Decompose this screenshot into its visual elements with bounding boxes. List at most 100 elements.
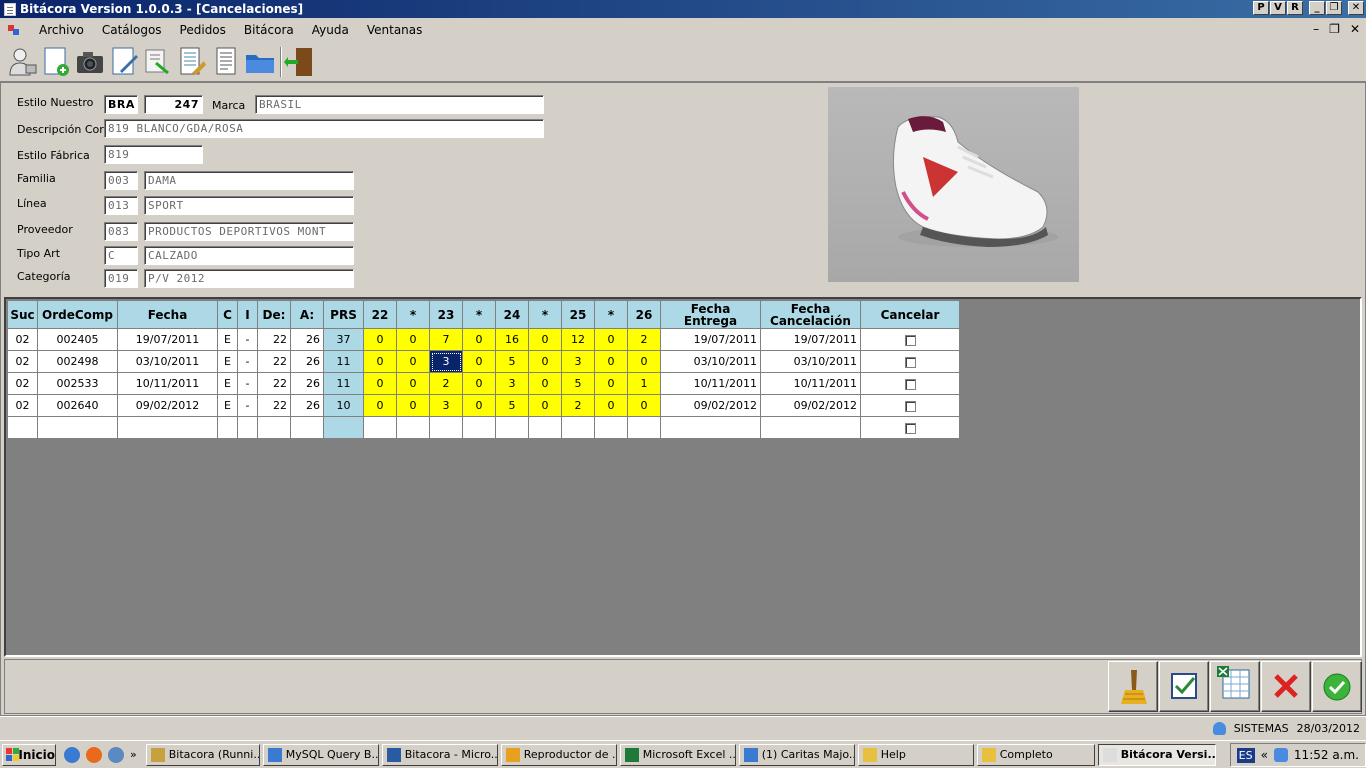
mdi-child-icon[interactable]	[6, 22, 22, 38]
cell-s24[interactable]: 16	[495, 328, 529, 351]
cell-ordecomp[interactable]: 002640	[37, 394, 118, 417]
report-icon[interactable]	[176, 45, 208, 79]
header-i[interactable]: I	[237, 300, 258, 329]
empty-cell[interactable]	[594, 416, 628, 439]
familia-name-field[interactable]: DAMA	[144, 171, 354, 190]
table-row[interactable]: 02 002405 19/07/2011 E -22 26 37 0 0 7 0 16 0 12 0 2 19/…	[7, 328, 960, 351]
language-indicator[interactable]: ES	[1236, 747, 1255, 763]
cell-h23[interactable]: 0	[462, 350, 496, 373]
cell-ordecomp[interactable]: 002405	[37, 328, 118, 351]
cell-de[interactable]: 22	[257, 372, 291, 395]
cell-fecha-entrega[interactable]: 09/02/2012	[660, 394, 761, 417]
cell-h22[interactable]: 0	[396, 394, 430, 417]
new-document-icon[interactable]	[40, 45, 72, 79]
tray-expand-icon[interactable]: «	[1261, 748, 1268, 762]
menu-ventanas[interactable]: Ventanas	[358, 23, 432, 37]
cell-prs[interactable]: 11	[323, 372, 364, 395]
cell-s22[interactable]: 0	[363, 350, 397, 373]
cancelar-checkbox[interactable]	[904, 400, 916, 412]
header-fecha[interactable]: Fecha	[117, 300, 218, 329]
v-button[interactable]: V	[1270, 1, 1286, 15]
cell-h24[interactable]: 0	[528, 350, 562, 373]
close-button[interactable]: ✕	[1348, 1, 1364, 15]
cell-h24[interactable]: 0	[528, 394, 562, 417]
minimize-button[interactable]: _	[1309, 1, 1325, 15]
header-size-23[interactable]: 23	[429, 300, 463, 329]
camera-icon[interactable]	[74, 45, 106, 79]
cell-a[interactable]: 26	[290, 350, 324, 373]
cell-c[interactable]: E	[217, 350, 238, 373]
cell-c[interactable]: E	[217, 328, 238, 351]
cancelar-checkbox[interactable]	[904, 378, 916, 390]
tipo-art-name-field[interactable]: CALZADO	[144, 246, 354, 265]
header-size-25[interactable]: 25	[561, 300, 595, 329]
header-size-22[interactable]: 22	[363, 300, 397, 329]
empty-cell[interactable]	[7, 416, 38, 439]
child-minimize-button[interactable]: –	[1313, 22, 1319, 36]
linea-code-field[interactable]: 013	[104, 196, 138, 215]
cancel-button[interactable]	[1261, 661, 1311, 712]
cell-s24[interactable]: 3	[495, 372, 529, 395]
r-button[interactable]: R	[1287, 1, 1303, 15]
header-size-24[interactable]: 24	[495, 300, 529, 329]
taskbar-item[interactable]: Bitacora (Runni...	[145, 743, 260, 766]
cell-h25[interactable]: 0	[594, 394, 628, 417]
export-icon[interactable]	[142, 45, 174, 79]
cell-i[interactable]: -	[237, 328, 258, 351]
empty-cell[interactable]	[237, 416, 258, 439]
cell-de[interactable]: 22	[257, 328, 291, 351]
empty-cell[interactable]	[627, 416, 661, 439]
cell-fecha[interactable]: 10/11/2011	[117, 372, 218, 395]
new-row[interactable]	[7, 416, 960, 439]
header-suc[interactable]: Suc	[7, 300, 38, 329]
cell-s25[interactable]: 3	[561, 350, 595, 373]
cell-fecha-cancelacion[interactable]: 03/10/2011	[760, 350, 861, 373]
header-ordecomp[interactable]: OrdeComp	[37, 300, 118, 329]
cell-fecha-cancelacion[interactable]: 09/02/2012	[760, 394, 861, 417]
cell-prs[interactable]: 10	[323, 394, 364, 417]
taskbar-item[interactable]: Microsoft Excel ...	[619, 743, 736, 766]
cancelar-checkbox[interactable]	[904, 356, 916, 368]
cell-s22[interactable]: 0	[363, 394, 397, 417]
categoria-code-field[interactable]: 019	[104, 269, 138, 288]
list-document-icon[interactable]	[210, 45, 242, 79]
firefox-icon[interactable]	[86, 746, 102, 763]
categoria-name-field[interactable]: P/V 2012	[144, 269, 354, 288]
empty-cell[interactable]	[37, 416, 118, 439]
taskbar-item[interactable]: (1) Caritas Majo...	[738, 743, 855, 766]
cell-h23[interactable]: 0	[462, 328, 496, 351]
cell-s22[interactable]: 0	[363, 328, 397, 351]
cell-fecha-entrega[interactable]: 03/10/2011	[660, 350, 761, 373]
cell-s25[interactable]: 12	[561, 328, 595, 351]
estilo-fabrica-field[interactable]: 819	[104, 145, 203, 164]
cell-s23[interactable]: 3	[429, 394, 463, 417]
start-button[interactable]: Inicio	[2, 743, 56, 766]
cell-c[interactable]: E	[217, 394, 238, 417]
cell-a[interactable]: 26	[290, 328, 324, 351]
outlook-icon[interactable]	[108, 746, 124, 763]
restore-button[interactable]: ❐	[1326, 1, 1342, 15]
cell-h25[interactable]: 0	[594, 372, 628, 395]
cell-s23[interactable]: 3	[429, 350, 463, 373]
header-half-22[interactable]: *	[396, 300, 430, 329]
header-prs[interactable]: PRS	[323, 300, 364, 329]
taskbar-item[interactable]: Bitácora Versi...	[1097, 743, 1216, 766]
accept-button[interactable]	[1312, 661, 1362, 712]
header-fecha-entrega[interactable]: Fecha Entrega	[660, 300, 761, 329]
cell-s26[interactable]: 2	[627, 328, 661, 351]
user-icon[interactable]	[6, 45, 38, 79]
cell-h25[interactable]: 0	[594, 350, 628, 373]
cell-suc[interactable]: 02	[7, 350, 38, 373]
cell-de[interactable]: 22	[257, 350, 291, 373]
empty-cell[interactable]	[429, 416, 463, 439]
cell-fecha-cancelacion[interactable]: 19/07/2011	[760, 328, 861, 351]
cell-h23[interactable]: 0	[462, 372, 496, 395]
export-excel-button[interactable]	[1210, 661, 1260, 712]
taskbar-item[interactable]: Completo	[976, 743, 1095, 766]
cell-prs[interactable]: 37	[323, 328, 364, 351]
empty-cell[interactable]	[117, 416, 218, 439]
taskbar-item[interactable]: Reproductor de ...	[500, 743, 617, 766]
cell-s25[interactable]: 5	[561, 372, 595, 395]
estilo-number-field[interactable]: 247	[144, 95, 203, 114]
cell-h22[interactable]: 0	[396, 372, 430, 395]
